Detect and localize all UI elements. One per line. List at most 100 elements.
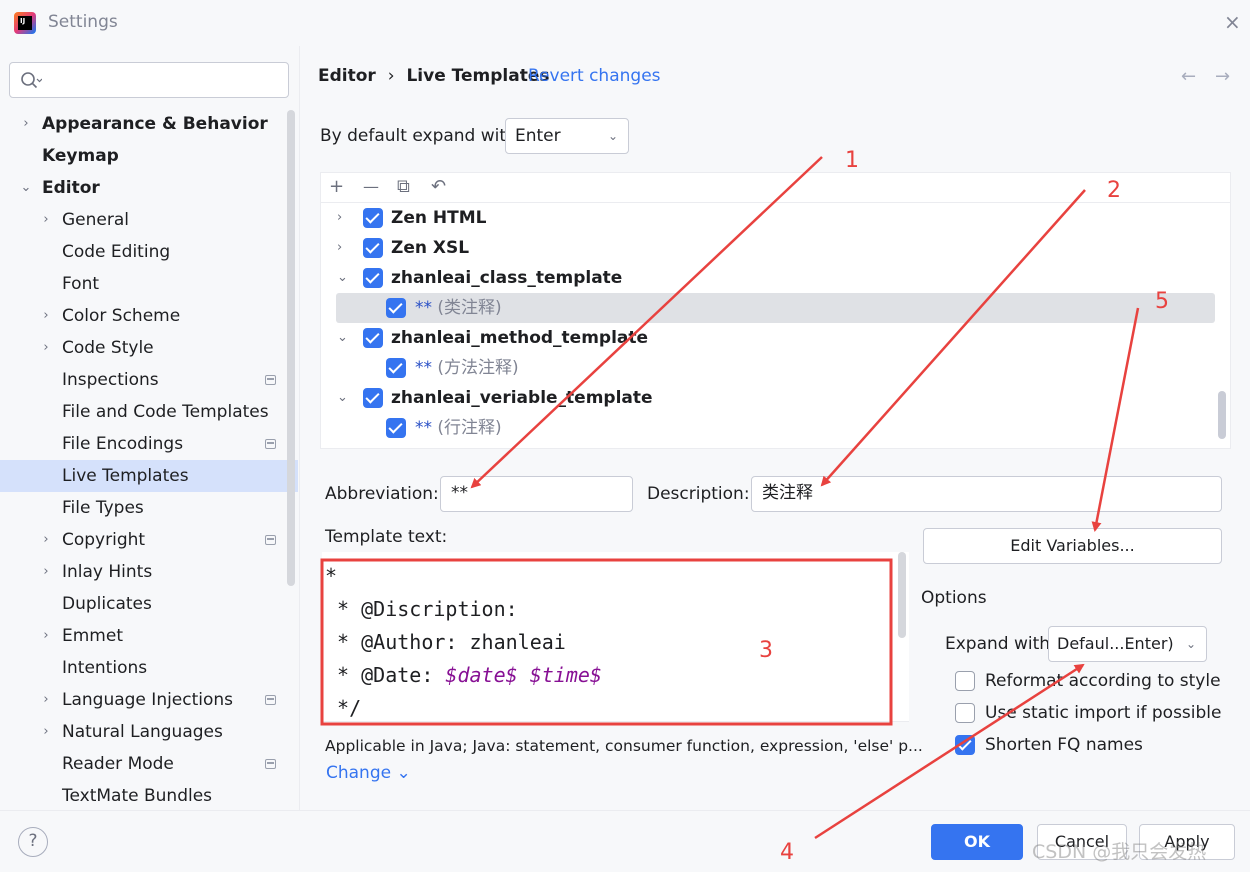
template-checkbox[interactable] <box>386 418 406 438</box>
description-input[interactable]: 类注释 <box>751 476 1222 512</box>
reformat-label: Reformat according to style <box>985 671 1221 691</box>
template-item[interactable]: ** (行注释) <box>321 413 1230 443</box>
code-line: * @Author: zhanleai <box>325 626 895 659</box>
change-context-link[interactable]: Change ⌄ <box>326 763 411 783</box>
templates-scrollbar[interactable] <box>1218 391 1226 439</box>
group-checkbox[interactable] <box>363 208 383 228</box>
chevron-icon[interactable]: › <box>337 203 342 233</box>
template-group-name: zhanleai_method_template <box>391 328 649 348</box>
template-group[interactable]: ⌄ zhanleai_method_template <box>321 323 1230 353</box>
code-line: */ <box>325 692 895 725</box>
template-label: ** (行注释) <box>415 413 502 443</box>
template-variable: $date$ <box>445 663 518 687</box>
back-arrow-icon[interactable]: ← <box>1181 66 1196 87</box>
search-input[interactable] <box>9 62 289 98</box>
chevron-icon[interactable]: › <box>39 332 53 364</box>
applicable-contexts: Applicable in Java; Java: statement, con… <box>325 737 923 755</box>
sidebar-item-color-scheme[interactable]: › Color Scheme <box>0 300 298 332</box>
add-icon[interactable]: + <box>329 176 344 197</box>
sidebar-item-textmate-bundles[interactable]: TextMate Bundles <box>0 780 298 812</box>
template-item[interactable]: ** (类注释) <box>336 293 1215 323</box>
template-desc: (行注释) <box>437 418 502 438</box>
shorten-fq-checkbox[interactable] <box>955 735 975 755</box>
chevron-down-icon: ⌄ <box>1185 637 1196 651</box>
breadcrumb-parent[interactable]: Editor <box>318 66 376 86</box>
chevron-icon[interactable]: › <box>39 684 53 716</box>
close-icon[interactable]: × <box>1224 10 1241 34</box>
chevron-icon[interactable]: › <box>39 524 53 556</box>
default-expand-select[interactable]: Enter ⌄ <box>505 118 629 154</box>
sidebar-scrollbar[interactable] <box>287 110 295 586</box>
code-text: * @Discription: <box>325 597 518 621</box>
chevron-icon[interactable]: ⌄ <box>337 323 348 353</box>
chevron-icon[interactable]: › <box>39 620 53 652</box>
copy-icon[interactable]: ⧉ <box>397 176 410 197</box>
sidebar-item-language-injections[interactable]: › Language Injections <box>0 684 298 716</box>
group-checkbox[interactable] <box>363 238 383 258</box>
template-group[interactable]: ⌄ zhanleai_veriable_template <box>321 383 1230 413</box>
sidebar-item-font[interactable]: Font <box>0 268 298 300</box>
chevron-icon[interactable]: › <box>337 233 342 263</box>
template-group[interactable]: › Zen HTML <box>321 203 1230 233</box>
annotation-number-5: 5 <box>1155 289 1169 314</box>
chevron-icon[interactable]: › <box>39 300 53 332</box>
template-checkbox[interactable] <box>386 298 406 318</box>
template-group[interactable]: › Zen XSL <box>321 233 1230 263</box>
sidebar-item-inspections[interactable]: Inspections <box>0 364 298 396</box>
group-checkbox[interactable] <box>363 328 383 348</box>
ok-button[interactable]: OK <box>931 824 1023 860</box>
group-checkbox[interactable] <box>363 388 383 408</box>
sidebar-item-file-and-code-templates[interactable]: File and Code Templates <box>0 396 298 428</box>
sidebar-item-label: Inspections <box>62 370 159 390</box>
template-label: ** (类注释) <box>415 293 502 323</box>
template-checkbox[interactable] <box>386 358 406 378</box>
sidebar-item-file-types[interactable]: File Types <box>0 492 298 524</box>
edit-variables-button[interactable]: Edit Variables... <box>923 528 1222 564</box>
code-line: * <box>325 560 895 593</box>
template-scrollbar[interactable] <box>898 552 906 638</box>
chevron-icon[interactable]: ⌄ <box>337 263 348 293</box>
expand-with-select[interactable]: Defaul...Enter) ⌄ <box>1048 626 1207 662</box>
abbreviation-input[interactable]: ** <box>440 476 633 512</box>
template-group[interactable]: ⌄ zhanleai_class_template <box>321 263 1230 293</box>
forward-arrow-icon[interactable]: → <box>1215 66 1230 87</box>
sidebar-item-general[interactable]: › General <box>0 204 298 236</box>
sidebar-item-editor[interactable]: ⌄ Editor <box>0 172 298 204</box>
sidebar-item-reader-mode[interactable]: Reader Mode <box>0 748 298 780</box>
template-item[interactable]: ** (方法注释) <box>321 353 1230 383</box>
revert-changes-link[interactable]: Revert changes <box>528 66 661 86</box>
code-text: */ <box>325 696 362 720</box>
sidebar-item-appearance-behavior[interactable]: › Appearance & Behavior <box>0 108 298 140</box>
template-group-name: Zen HTML <box>391 208 487 228</box>
sidebar-item-emmet[interactable]: › Emmet <box>0 620 298 652</box>
restore-icon[interactable]: ↶ <box>431 176 446 197</box>
sidebar-item-file-encodings[interactable]: File Encodings <box>0 428 298 460</box>
sidebar-item-keymap[interactable]: Keymap <box>0 140 298 172</box>
project-settings-icon <box>265 535 276 545</box>
sidebar-item-duplicates[interactable]: Duplicates <box>0 588 298 620</box>
chevron-icon[interactable]: › <box>39 556 53 588</box>
code-line: * @Date: $date$ $time$ <box>325 659 895 692</box>
chevron-icon[interactable]: › <box>39 716 53 748</box>
sidebar-item-code-editing[interactable]: Code Editing <box>0 236 298 268</box>
help-icon[interactable]: ? <box>18 827 48 857</box>
group-checkbox[interactable] <box>363 268 383 288</box>
sidebar-item-code-style[interactable]: › Code Style <box>0 332 298 364</box>
sidebar-item-label: Editor <box>42 178 100 198</box>
sidebar-item-live-templates[interactable]: Live Templates <box>0 460 298 492</box>
template-code[interactable]: * * @Discription: * @Author: zhanleai * … <box>325 560 895 725</box>
template-desc: (方法注释) <box>437 358 519 378</box>
chevron-icon[interactable]: › <box>19 108 33 140</box>
sidebar-item-intentions[interactable]: Intentions <box>0 652 298 684</box>
sidebar-item-natural-languages[interactable]: › Natural Languages <box>0 716 298 748</box>
chevron-icon[interactable]: ⌄ <box>337 383 348 413</box>
remove-icon[interactable]: — <box>363 177 379 196</box>
static-import-checkbox[interactable] <box>955 703 975 723</box>
sidebar-item-inlay-hints[interactable]: › Inlay Hints <box>0 556 298 588</box>
project-settings-icon <box>265 759 276 769</box>
settings-sidebar: › Appearance & Behavior Keymap ⌄ Editor › Gene… <box>0 46 300 810</box>
reformat-checkbox[interactable] <box>955 671 975 691</box>
sidebar-item-copyright[interactable]: › Copyright <box>0 524 298 556</box>
chevron-icon[interactable]: › <box>39 204 53 236</box>
chevron-icon[interactable]: ⌄ <box>19 172 33 204</box>
